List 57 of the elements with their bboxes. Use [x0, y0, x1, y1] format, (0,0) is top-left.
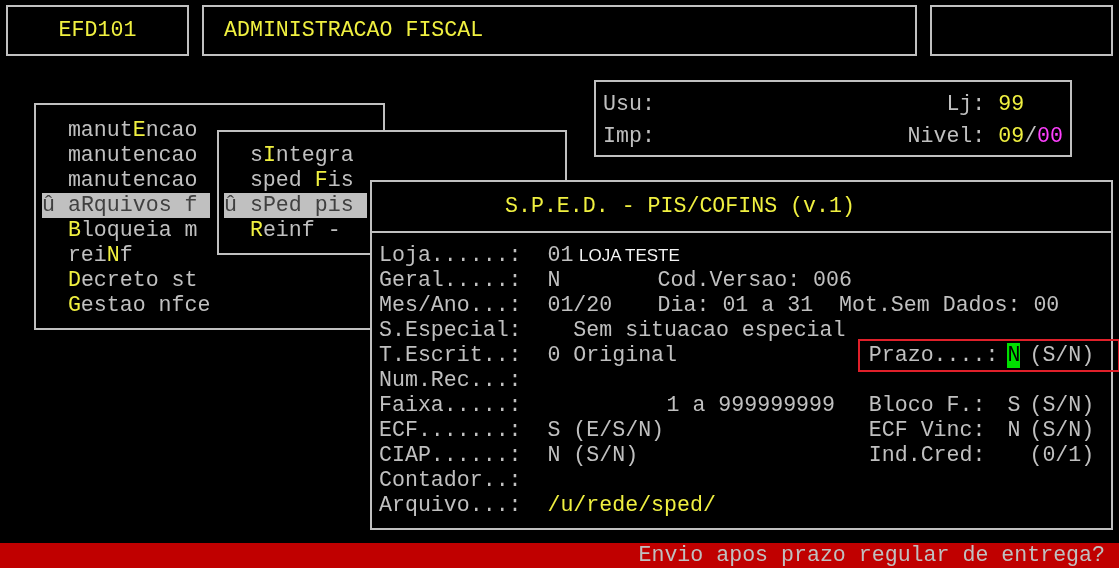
- menu-item[interactable]: sIntegra: [224, 143, 367, 168]
- menu-item[interactable]: Bloqueia m: [42, 218, 211, 243]
- menu-item[interactable]: Gestao nfce: [42, 293, 211, 318]
- info-label: Nivel:: [907, 123, 986, 150]
- info-label: Lj:: [945, 92, 986, 118]
- field-value[interactable]: S (E/S/N): [547, 418, 665, 443]
- menu-item[interactable]: manutencao: [42, 168, 211, 193]
- field-label: Arquivo...:: [379, 493, 522, 518]
- field-label: S.Especial:: [379, 318, 522, 343]
- info-label: Imp:: [603, 123, 656, 150]
- info-value: 09/00: [998, 123, 1063, 150]
- menu-item[interactable]: Decreto st: [42, 268, 211, 293]
- field-text: Mot.Sem Dados: 00: [839, 293, 1060, 318]
- field-value[interactable]: 0 Original: [547, 343, 678, 368]
- field-text: Cod.Versao: 006: [657, 268, 852, 293]
- field-value[interactable]: N: [1007, 418, 1021, 443]
- field-value[interactable]: N: [1007, 343, 1021, 368]
- field-hint: (0/1): [1029, 443, 1096, 468]
- info-label: Usu:: [603, 92, 656, 118]
- info-value: 99: [998, 92, 1026, 118]
- field-hint: (S/N): [1029, 343, 1096, 368]
- dialog-title: S.P.E.D. - PIS/COFINS (v.1): [505, 194, 855, 219]
- status-message: Envio apos prazo regular de entrega?: [638, 543, 1105, 568]
- field-label: Contador..:: [379, 468, 522, 493]
- file-path-value[interactable]: /u/rede/sped/: [547, 493, 716, 518]
- menu-item[interactable]: û aRquivos f: [42, 193, 211, 218]
- field-label: Ind.Cred:: [868, 443, 987, 468]
- field-value[interactable]: 01: [547, 243, 574, 268]
- field-label: Mes/Ano...:: [379, 293, 522, 318]
- field-value[interactable]: S: [1007, 393, 1021, 418]
- field-label: ECF Vinc:: [868, 418, 987, 443]
- menu-item[interactable]: manutencao: [42, 143, 211, 168]
- menu-item[interactable]: manutEncao: [42, 118, 211, 143]
- menu-item[interactable]: Reinf -: [224, 218, 367, 243]
- field-label: Num.Rec...:: [379, 368, 522, 393]
- screen-title: ADMINISTRACAO FISCAL: [224, 18, 484, 43]
- field-value[interactable]: 01/20: [547, 293, 613, 318]
- field-hint: (S/N): [1029, 393, 1096, 418]
- field-hint: (S/N): [1029, 418, 1096, 443]
- menu-item[interactable]: sped Fis: [224, 168, 367, 193]
- program-code: EFD101: [58, 18, 137, 43]
- menu-item[interactable]: reiNf: [42, 243, 211, 268]
- range-value[interactable]: 1 a 999999999: [657, 393, 839, 418]
- field-value[interactable]: Sem situacao especial: [573, 318, 846, 343]
- field-label: Geral.....:: [379, 268, 522, 293]
- field-value[interactable]: N (S/N): [547, 443, 639, 468]
- field-label: Faixa.....:: [379, 393, 522, 418]
- field-label: Bloco F.:: [868, 393, 987, 418]
- field-label: ECF.......:: [379, 418, 522, 443]
- field-label: CIAP......:: [379, 443, 522, 468]
- field-text: Dia: 01 a 31: [657, 293, 814, 318]
- menu-item[interactable]: û sPed pis: [224, 193, 367, 218]
- field-label: Prazo....:: [868, 343, 999, 368]
- field-label: T.Escrit..:: [379, 343, 522, 368]
- store-name: LOJA TESTE: [579, 245, 680, 267]
- field-value[interactable]: N: [547, 268, 561, 293]
- field-label: Loja......:: [379, 243, 522, 268]
